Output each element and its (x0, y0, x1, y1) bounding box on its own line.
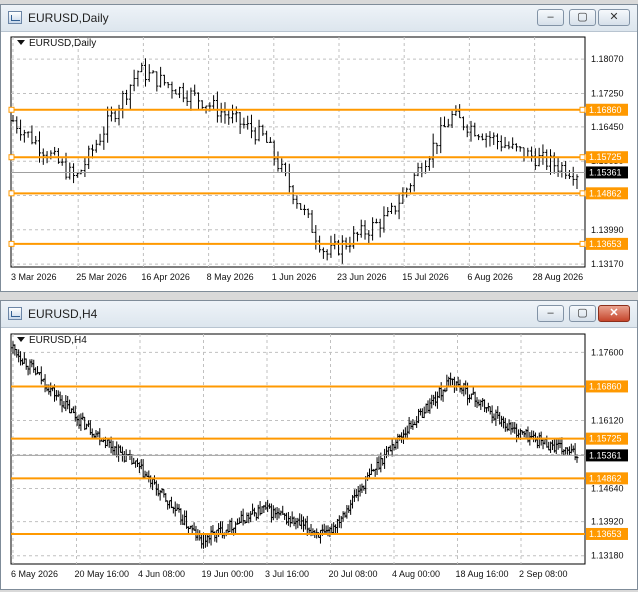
x-tick-label: 16 Apr 2026 (141, 272, 190, 282)
y-tick-label: 1.18070 (591, 54, 624, 64)
y-tick-label: 1.13990 (591, 225, 624, 235)
close-button[interactable]: ✕ (598, 305, 630, 322)
level-anchor-handle (8, 190, 15, 197)
level-anchor-handle (8, 240, 15, 247)
x-tick-label: 18 Aug 16:00 (456, 569, 509, 579)
y-tick-label: 1.17600 (591, 347, 624, 357)
current-price-tag-text: 1.15361 (589, 450, 622, 460)
chart-window-h4[interactable]: EURUSD,H4 ‒ ▢ ✕ 1.17600 1.16860 1.16120 1.1… (0, 300, 638, 590)
minimize-icon: ‒ (547, 307, 554, 319)
maximize-icon: ▢ (577, 307, 588, 319)
level-anchor-handle (579, 240, 586, 247)
price-chart-h4[interactable]: 1.176001.168601.161201.153801.146401.139… (1, 328, 637, 589)
y-tick-label: 1.16450 (591, 122, 624, 132)
dropdown-triangle-icon (17, 40, 25, 45)
level-price-tag-text: 1.13653 (589, 239, 622, 249)
y-tick-label: 1.13180 (591, 551, 624, 561)
x-tick-label: 3 Jul 16:00 (265, 569, 309, 579)
x-tick-label: 19 Jun 00:00 (202, 569, 254, 579)
minimize-button[interactable]: ‒ (537, 9, 564, 26)
close-icon: ✕ (609, 11, 619, 23)
level-price-tag-text: 1.14862 (589, 473, 622, 483)
level-anchor-handle (8, 106, 15, 113)
y-tick-label: 1.17250 (591, 88, 624, 98)
x-tick-label: 6 May 2026 (11, 569, 58, 579)
level-price-tag-text: 1.13653 (589, 529, 622, 539)
y-tick-label: 1.13170 (591, 259, 624, 269)
window-title: EURUSD,H4 (28, 307, 98, 321)
y-tick-label: 1.16120 (591, 415, 624, 425)
chart-symbol-label: EURUSD,Daily (17, 38, 96, 49)
x-tick-label: 6 Aug 2026 (467, 272, 513, 282)
current-price-tag-text: 1.15361 (589, 167, 622, 177)
x-tick-label: 8 May 2026 (207, 272, 254, 282)
y-tick-label: 1.13920 (591, 517, 624, 527)
chart-window-icon (8, 11, 22, 24)
maximize-button[interactable]: ▢ (569, 9, 596, 26)
x-tick-label: 20 Jul 08:00 (329, 569, 378, 579)
x-tick-label: 4 Aug 00:00 (392, 569, 440, 579)
level-anchor-handle (8, 154, 15, 161)
y-tick-label: 1.14640 (591, 484, 624, 494)
level-price-tag-text: 1.16860 (589, 105, 622, 115)
level-price-tag-text: 1.14862 (589, 188, 622, 198)
level-price-tag-text: 1.16860 (589, 381, 622, 391)
x-tick-label: 20 May 16:00 (75, 569, 130, 579)
x-tick-label: 25 Mar 2026 (76, 272, 127, 282)
price-chart-daily[interactable]: 1.180701.172501.164501.156301.148101.139… (1, 32, 637, 291)
minimize-icon: ‒ (547, 11, 554, 23)
plot-area (10, 36, 586, 268)
close-button[interactable]: ✕ (598, 9, 630, 26)
chart-window-daily[interactable]: EURUSD,Daily ‒ ▢ ✕ 1.18070 1.17250 1.16450… (0, 4, 638, 292)
level-anchor-handle (579, 190, 586, 197)
window-title: EURUSD,Daily (28, 11, 109, 25)
maximize-button[interactable]: ▢ (569, 305, 596, 322)
x-tick-label: 28 Aug 2026 (533, 272, 584, 282)
maximize-icon: ▢ (577, 11, 588, 23)
close-icon: ✕ (609, 307, 619, 319)
x-tick-label: 4 Jun 08:00 (138, 569, 185, 579)
x-tick-label: 15 Jul 2026 (402, 272, 449, 282)
plot-area (10, 333, 586, 565)
minimize-button[interactable]: ‒ (537, 305, 564, 322)
dropdown-triangle-icon (17, 337, 25, 342)
level-anchor-handle (579, 106, 586, 113)
x-tick-label: 23 Jun 2026 (337, 272, 387, 282)
level-anchor-handle (579, 154, 586, 161)
level-price-tag-text: 1.15725 (589, 434, 622, 444)
level-price-tag-text: 1.15725 (589, 152, 622, 162)
x-tick-label: 3 Mar 2026 (11, 272, 57, 282)
title-bar[interactable]: EURUSD,Daily ‒ ▢ ✕ (1, 5, 637, 32)
x-tick-label: 2 Sep 08:00 (519, 569, 568, 579)
title-bar[interactable]: EURUSD,H4 ‒ ▢ ✕ (1, 301, 637, 328)
chart-window-icon (8, 307, 22, 320)
x-tick-label: 1 Jun 2026 (272, 272, 317, 282)
chart-symbol-label: EURUSD,H4 (17, 335, 87, 346)
